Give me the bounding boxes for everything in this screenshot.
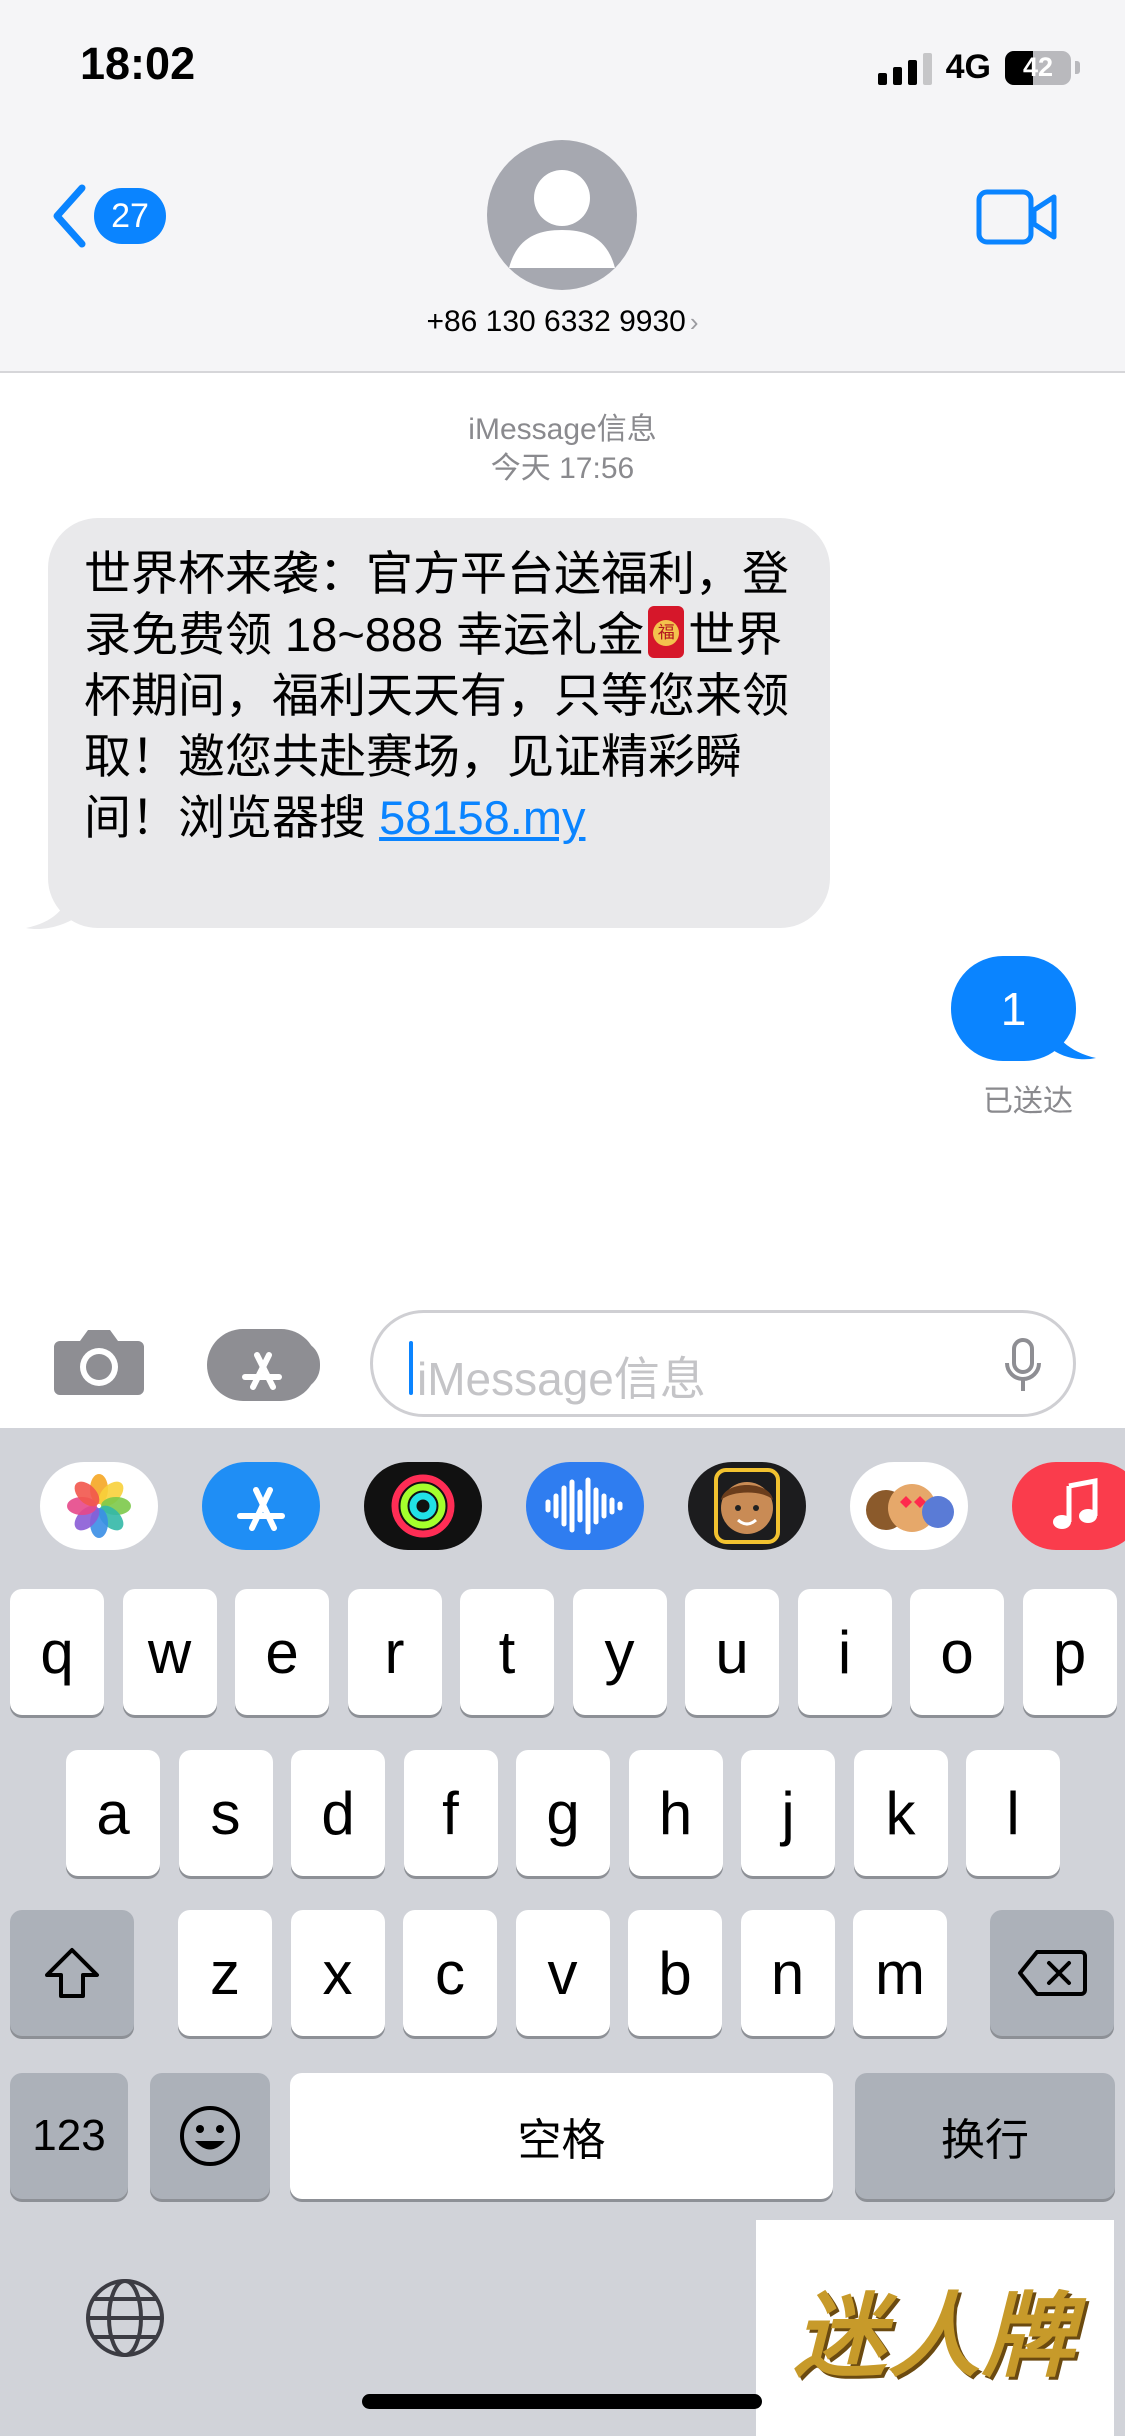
music-note (1053, 1477, 1098, 1529)
key-r[interactable]: r (347, 1589, 442, 1715)
battery-level: 42 (1022, 52, 1054, 82)
globe-icon[interactable] (84, 2277, 166, 2359)
memoji-face (714, 1468, 780, 1544)
delivery-status: 已送达 (983, 1085, 1073, 1118)
service-label: iMessage信息 (468, 413, 657, 446)
smiley-icon (180, 2106, 240, 2166)
memoji-stickers-faces (866, 1484, 954, 1532)
message-input-placeholder: iMessage信息 (417, 1353, 706, 1405)
activity-icon[interactable] (364, 1462, 482, 1550)
app-drawer (0, 1428, 1125, 1578)
conversation-header: 18:02 4G 42 27 +86 130 6332 9930 › (0, 0, 1125, 373)
emoji-key[interactable] (150, 2073, 270, 2199)
backspace-icon (1018, 1950, 1087, 1996)
memoji-stickers-icon[interactable] (850, 1462, 968, 1550)
camera-icon[interactable] (52, 1325, 146, 1397)
chevron-left-icon (53, 184, 86, 248)
watermark-logo: 迷人牌 (756, 2220, 1114, 2436)
network-type: 4G (945, 48, 991, 86)
facetime-video-icon[interactable] (976, 188, 1058, 246)
key-s[interactable]: s (178, 1750, 273, 1876)
text-caret (409, 1341, 413, 1395)
contact-avatar[interactable] (487, 140, 637, 290)
key-o[interactable]: o (910, 1589, 1004, 1715)
status-time: 18:02 (80, 38, 196, 89)
back-button[interactable]: 27 (50, 183, 166, 249)
contact-number: +86 130 6332 9930 (426, 305, 686, 338)
key-m[interactable]: m (853, 1910, 947, 2036)
key-y[interactable]: y (572, 1589, 667, 1715)
status-indicators: 4G 42 (877, 48, 1080, 87)
key-i[interactable]: i (797, 1589, 892, 1715)
key-k[interactable]: k (853, 1750, 948, 1876)
photos-icon[interactable] (40, 1462, 158, 1550)
key-f[interactable]: f (403, 1750, 498, 1876)
key-d[interactable]: d (291, 1750, 385, 1876)
key-p[interactable]: p (1022, 1589, 1117, 1715)
red-envelope-emoji-icon: 福 (648, 606, 685, 658)
key-v[interactable]: v (515, 1910, 610, 2036)
watermark-text: 迷人牌 (793, 2285, 1076, 2388)
key-a[interactable]: a (66, 1750, 160, 1876)
delete-key[interactable] (990, 1910, 1114, 2036)
home-indicator (362, 2394, 762, 2409)
key-x[interactable]: x (290, 1910, 385, 2036)
audio-message-icon[interactable] (526, 1462, 644, 1550)
key-l[interactable]: l (966, 1750, 1060, 1876)
key-z[interactable]: z (178, 1910, 272, 2036)
incoming-message-bubble[interactable]: 世界杯来袭：官方平台送福利，登录免费领 18~888 幸运礼金福世界杯期间，福利… (48, 518, 830, 928)
contact-name[interactable]: +86 130 6332 9930 › (0, 305, 1125, 339)
return-key[interactable]: 换行 (855, 2073, 1115, 2199)
key-e[interactable]: e (235, 1589, 329, 1715)
key-g[interactable]: g (516, 1750, 610, 1876)
waveform-glyph (545, 1477, 623, 1535)
message-timestamp: 今天 17:56 (490, 452, 635, 485)
emoji-character: 福 (653, 620, 680, 646)
memoji-icon[interactable] (688, 1462, 806, 1550)
key-h[interactable]: h (628, 1750, 723, 1876)
key-c[interactable]: c (403, 1910, 497, 2036)
cellular-signal-icon (877, 51, 932, 85)
key-b[interactable]: b (628, 1910, 722, 2036)
outgoing-message-bubble[interactable]: 1 (951, 956, 1076, 1061)
key-w[interactable]: w (122, 1589, 217, 1715)
space-key[interactable]: 空格 (290, 2073, 833, 2199)
numbers-key[interactable]: 123 (10, 2073, 128, 2199)
photos-flower (67, 1474, 131, 1538)
key-u[interactable]: u (685, 1589, 779, 1715)
message-meta: iMessage信息 今天 17:56 (0, 410, 1125, 488)
message-input[interactable]: iMessage信息 (370, 1310, 1076, 1417)
microphone-icon[interactable] (1003, 1337, 1043, 1395)
app-store-icon[interactable] (202, 1462, 320, 1550)
key-q[interactable]: q (10, 1589, 104, 1715)
battery-cap (1075, 61, 1080, 74)
chevron-right-icon: › (689, 307, 699, 337)
person-icon (509, 170, 615, 268)
key-j[interactable]: j (741, 1750, 835, 1876)
key-n[interactable]: n (740, 1910, 835, 2036)
app-store-glyph (237, 1487, 285, 1531)
shift-key[interactable] (10, 1910, 134, 2036)
message-link[interactable]: 58158.my (379, 791, 585, 844)
battery-icon: 42 (1005, 50, 1071, 85)
shift-icon (45, 1948, 99, 1998)
key-t[interactable]: t (460, 1589, 554, 1715)
activity-rings (391, 1474, 455, 1538)
unread-count-badge: 27 (94, 188, 166, 244)
music-icon[interactable] (1012, 1462, 1125, 1550)
